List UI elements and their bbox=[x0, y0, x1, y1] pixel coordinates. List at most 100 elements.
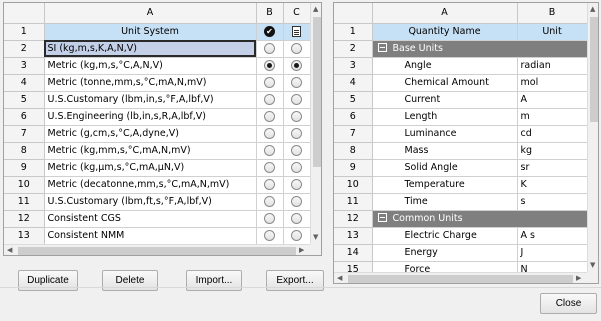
row-number[interactable]: 5 bbox=[334, 91, 373, 109]
active-radio[interactable] bbox=[264, 111, 275, 122]
active-radio-cell[interactable] bbox=[256, 91, 284, 109]
row-number[interactable]: 2 bbox=[4, 40, 45, 58]
close-button[interactable]: Close bbox=[540, 293, 597, 314]
active-radio-cell[interactable] bbox=[256, 227, 284, 245]
display-radio-cell[interactable] bbox=[283, 227, 311, 245]
row-number[interactable]: 4 bbox=[334, 74, 373, 92]
row-number[interactable]: 6 bbox=[334, 108, 373, 126]
scroll-thumb[interactable] bbox=[590, 17, 598, 122]
display-radio-cell[interactable] bbox=[283, 91, 311, 109]
active-radio[interactable] bbox=[264, 196, 275, 207]
quantity-unit[interactable]: s bbox=[517, 193, 588, 211]
scroll-up-arrow-icon[interactable]: ▲ bbox=[590, 6, 595, 13]
row-number[interactable]: 8 bbox=[334, 142, 373, 160]
unit-system-row[interactable]: 13 Consistent NMM bbox=[4, 227, 311, 245]
quantity-unit[interactable]: cd bbox=[517, 125, 588, 143]
horizontal-scrollbar[interactable]: ◀ ▶ bbox=[334, 272, 587, 283]
scroll-left-arrow-icon[interactable]: ◀ bbox=[337, 275, 342, 282]
row-number[interactable]: 1 bbox=[334, 23, 373, 41]
unit-system-row[interactable]: 4 Metric (tonne,mm,s,°C,mA,N,mV) bbox=[4, 74, 311, 92]
display-radio[interactable] bbox=[291, 162, 302, 173]
quantity-unit[interactable]: m bbox=[517, 108, 588, 126]
row-number[interactable]: 10 bbox=[4, 176, 45, 194]
active-radio-cell[interactable] bbox=[256, 40, 284, 58]
active-radio-cell[interactable] bbox=[256, 176, 284, 194]
active-radio-cell[interactable] bbox=[256, 210, 284, 228]
quantity-row[interactable]: 8 Mass kg bbox=[334, 142, 588, 160]
unit-system-row[interactable]: 11 U.S.Customary (lbm,ft,s,°F,A,lbf,V) bbox=[4, 193, 311, 211]
unit-system-row[interactable]: 9 Metric (kg,μm,s,°C,mA,μN,V) bbox=[4, 159, 311, 177]
display-radio-cell[interactable] bbox=[283, 176, 311, 194]
display-radio-cell[interactable] bbox=[283, 40, 311, 58]
row-number[interactable]: 7 bbox=[334, 125, 373, 143]
unit-system-name[interactable]: SI (kg,m,s,K,A,N,V) bbox=[44, 40, 257, 58]
row-number[interactable]: 2 bbox=[334, 40, 373, 58]
scroll-down-arrow-icon[interactable]: ▼ bbox=[313, 234, 318, 241]
collapse-minus-icon[interactable] bbox=[377, 43, 387, 52]
display-radio[interactable] bbox=[291, 145, 302, 156]
active-radio-cell[interactable] bbox=[256, 74, 284, 92]
quantity-row[interactable]: 7 Luminance cd bbox=[334, 125, 588, 143]
quantity-unit[interactable]: J bbox=[517, 244, 588, 262]
column-header-b[interactable]: B bbox=[517, 3, 588, 24]
group-header[interactable]: Base Units bbox=[372, 40, 588, 58]
display-radio[interactable] bbox=[291, 94, 302, 105]
unit-system-name[interactable]: U.S.Customary (lbm,ft,s,°F,A,lbf,V) bbox=[44, 193, 257, 211]
display-radio[interactable] bbox=[291, 111, 302, 122]
quantity-unit[interactable]: A s bbox=[517, 227, 588, 245]
quantity-row[interactable]: 9 Solid Angle sr bbox=[334, 159, 588, 177]
column-header-b[interactable]: B bbox=[256, 3, 284, 24]
row-number[interactable]: 4 bbox=[4, 74, 45, 92]
display-radio-cell[interactable] bbox=[283, 57, 311, 75]
display-radio[interactable] bbox=[291, 230, 302, 241]
active-radio[interactable] bbox=[264, 230, 275, 241]
active-radio-cell[interactable] bbox=[256, 125, 284, 143]
unit-system-name[interactable]: Metric (kg,m,s,°C,A,N,V) bbox=[44, 57, 257, 75]
group-row[interactable]: 2 Base Units bbox=[334, 40, 588, 58]
active-radio[interactable] bbox=[264, 43, 275, 54]
row-number[interactable]: 3 bbox=[334, 57, 373, 75]
display-radio-cell[interactable] bbox=[283, 193, 311, 211]
unit-system-name[interactable]: U.S.Customary (lbm,in,s,°F,A,lbf,V) bbox=[44, 91, 257, 109]
scroll-up-arrow-icon[interactable]: ▲ bbox=[313, 6, 318, 13]
column-header-a[interactable]: A bbox=[372, 3, 518, 24]
quantity-row[interactable]: 4 Chemical Amount mol bbox=[334, 74, 588, 92]
unit-system-name[interactable]: Metric (kg,mm,s,°C,mA,N,mV) bbox=[44, 142, 257, 160]
unit-system-row[interactable]: 6 U.S.Engineering (lb,in,s,R,A,lbf,V) bbox=[4, 108, 311, 126]
row-number[interactable]: 1 bbox=[4, 23, 45, 41]
unit-system-row[interactable]: 5 U.S.Customary (lbm,in,s,°F,A,lbf,V) bbox=[4, 91, 311, 109]
row-number[interactable]: 10 bbox=[334, 176, 373, 194]
quantity-row[interactable]: 11 Time s bbox=[334, 193, 588, 211]
scroll-thumb[interactable] bbox=[348, 275, 573, 283]
display-radio-cell[interactable] bbox=[283, 210, 311, 228]
unit-system-row[interactable]: 7 Metric (g,cm,s,°C,A,dyne,V) bbox=[4, 125, 311, 143]
active-radio[interactable] bbox=[264, 77, 275, 88]
group-header[interactable]: Common Units bbox=[372, 210, 588, 228]
active-radio[interactable] bbox=[264, 60, 275, 71]
column-header-c[interactable]: C bbox=[283, 3, 311, 24]
row-number[interactable]: 5 bbox=[4, 91, 45, 109]
quantity-row[interactable]: 5 Current A bbox=[334, 91, 588, 109]
row-number[interactable]: 12 bbox=[4, 210, 45, 228]
unit-system-row[interactable]: 8 Metric (kg,mm,s,°C,mA,N,mV) bbox=[4, 142, 311, 160]
display-radio-cell[interactable] bbox=[283, 108, 311, 126]
row-number[interactable]: 12 bbox=[334, 210, 373, 228]
display-radio[interactable] bbox=[291, 213, 302, 224]
row-number[interactable]: 7 bbox=[4, 125, 45, 143]
row-number[interactable]: 6 bbox=[4, 108, 45, 126]
quantity-unit[interactable]: mol bbox=[517, 74, 588, 92]
row-number[interactable]: 9 bbox=[334, 159, 373, 177]
active-radio-cell[interactable] bbox=[256, 108, 284, 126]
active-radio[interactable] bbox=[264, 128, 275, 139]
active-radio[interactable] bbox=[264, 145, 275, 156]
row-number[interactable]: 8 bbox=[4, 142, 45, 160]
horizontal-scrollbar[interactable]: ◀ ▶ bbox=[4, 244, 310, 255]
active-radio-cell[interactable] bbox=[256, 57, 284, 75]
quantity-unit[interactable]: radian bbox=[517, 57, 588, 75]
scroll-thumb[interactable] bbox=[18, 247, 296, 255]
unit-system-row[interactable]: 10 Metric (decatonne,mm,s,°C,mA,N,mV) bbox=[4, 176, 311, 194]
active-radio-cell[interactable] bbox=[256, 193, 284, 211]
unit-system-name[interactable]: Consistent NMM bbox=[44, 227, 257, 245]
unit-system-name[interactable]: U.S.Engineering (lb,in,s,R,A,lbf,V) bbox=[44, 108, 257, 126]
quantity-unit[interactable]: A bbox=[517, 91, 588, 109]
